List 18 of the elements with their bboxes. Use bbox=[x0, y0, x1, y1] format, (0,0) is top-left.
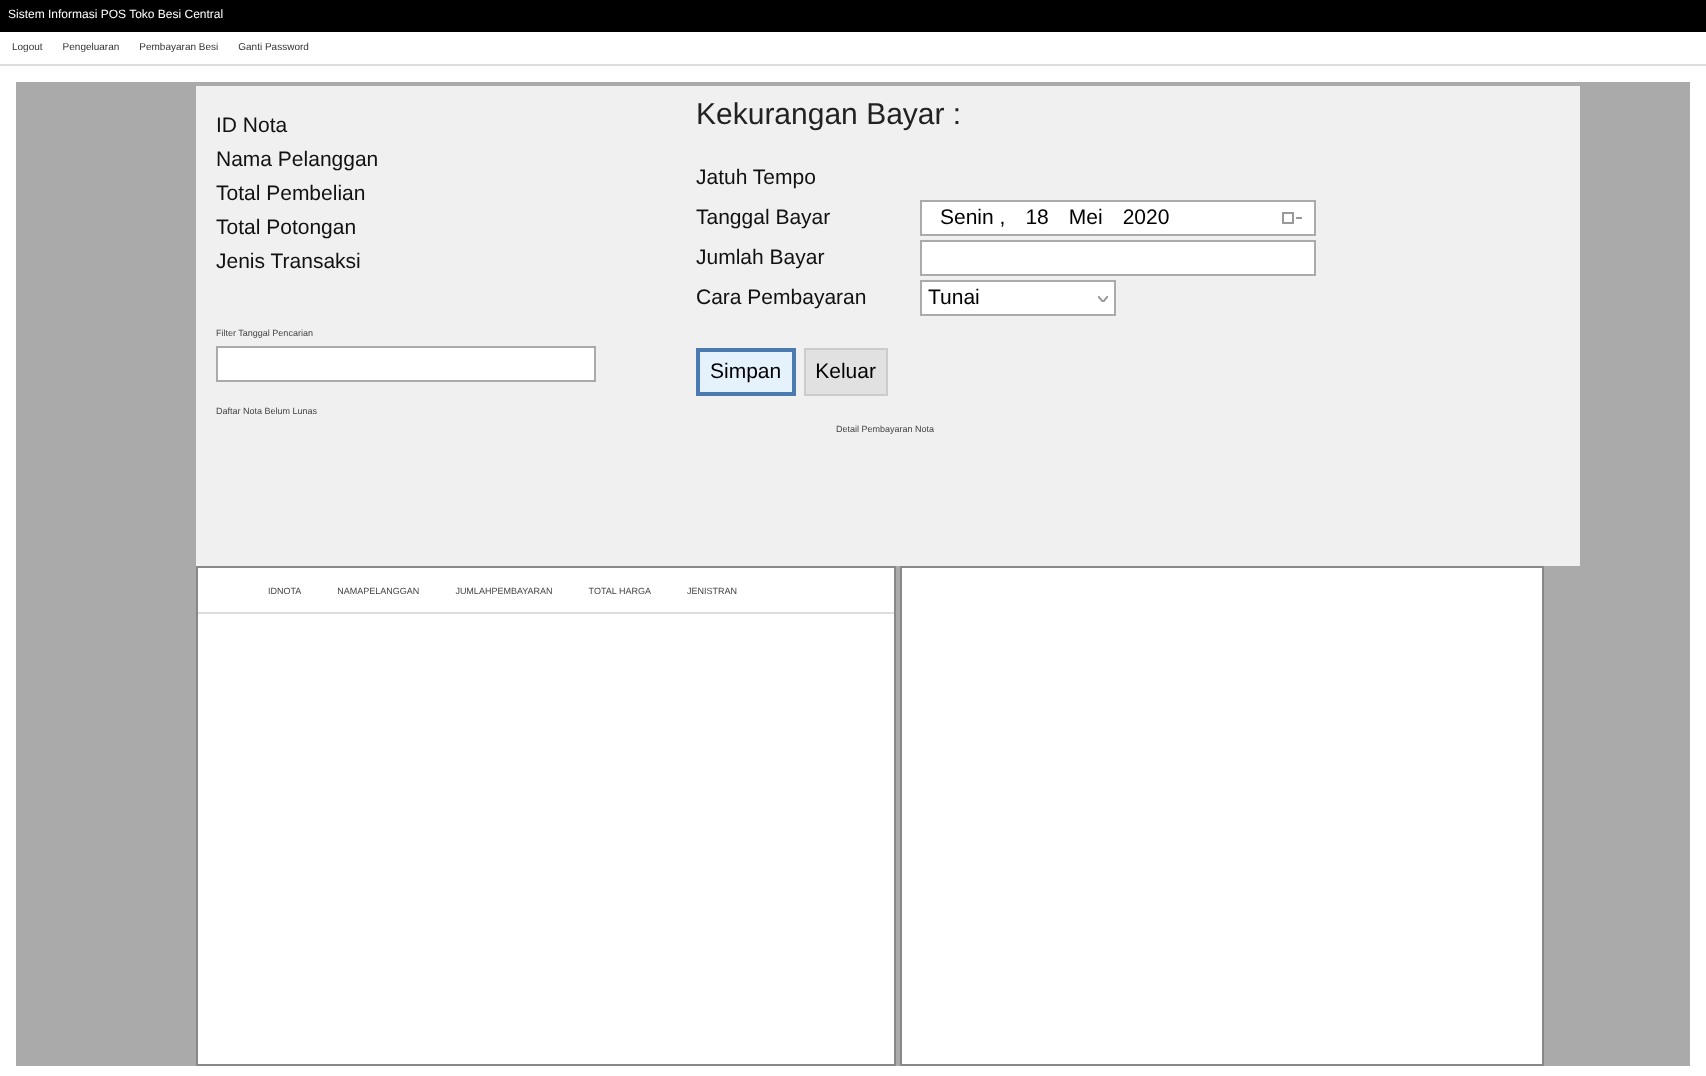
field-label: Total Potongan bbox=[216, 216, 359, 244]
filter-field[interactable] bbox=[216, 346, 596, 382]
date-picker[interactable]: Senin , 18 Mei 2020 bbox=[920, 200, 1316, 236]
field-label: Cara Pembayaran bbox=[696, 286, 869, 310]
field-label: Jenis Transaksi bbox=[216, 250, 363, 278]
field-label: Jumlah Bayar bbox=[696, 246, 827, 270]
field-label: Jatuh Tempo bbox=[696, 166, 818, 190]
caret-icon bbox=[1098, 295, 1108, 301]
field-label: ID Nota bbox=[216, 114, 290, 142]
action-button[interactable]: Keluar bbox=[803, 348, 888, 396]
action-button[interactable]: Simpan bbox=[696, 348, 796, 396]
amount-field[interactable] bbox=[920, 240, 1316, 276]
shortfall-heading: Kekurangan Bayar : bbox=[696, 98, 964, 136]
payment-dropdown[interactable]: Tunai bbox=[920, 280, 1116, 316]
field-label: Nama Pelanggan bbox=[216, 148, 381, 176]
field-label: Tanggal Bayar bbox=[696, 206, 833, 230]
calendar-icon bbox=[1282, 212, 1302, 224]
field-label: Total Pembelian bbox=[216, 182, 368, 210]
